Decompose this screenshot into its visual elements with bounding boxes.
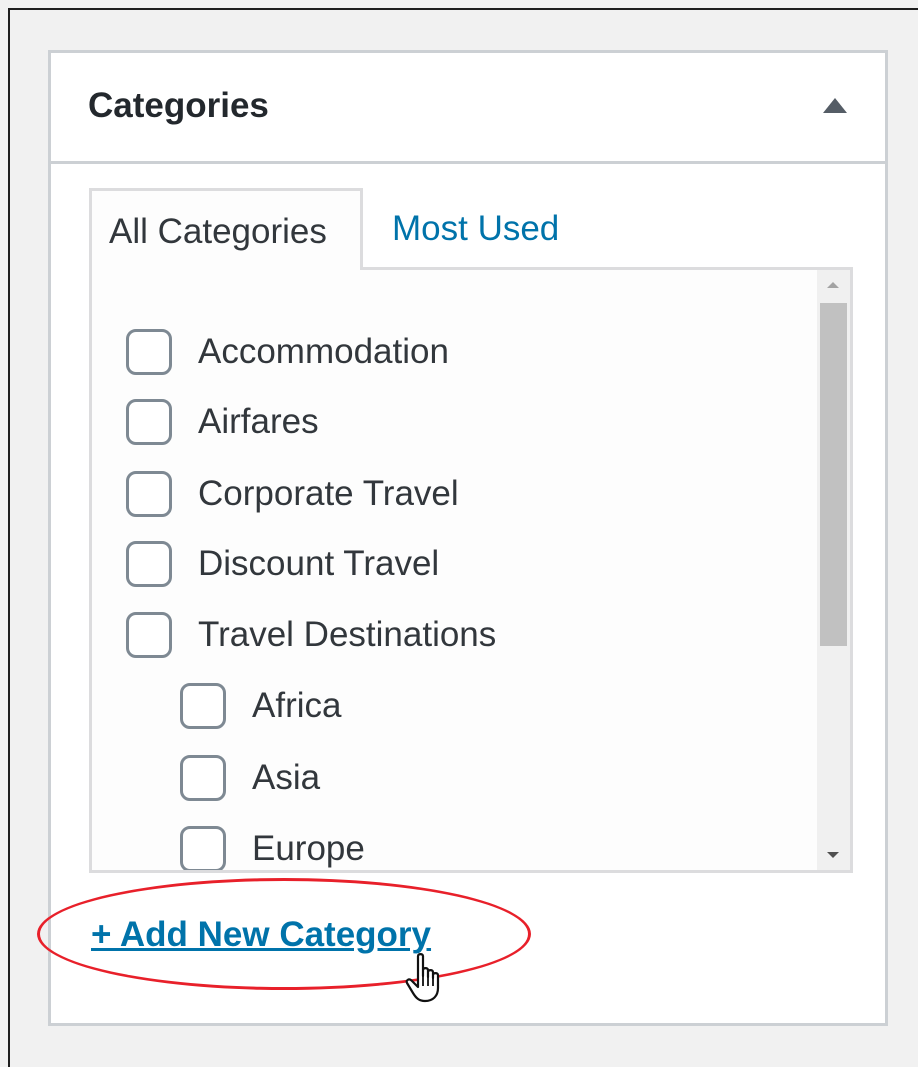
category-checkbox[interactable]: [126, 612, 172, 658]
scrollbar-thumb[interactable]: [820, 303, 847, 646]
category-checkbox[interactable]: [180, 826, 226, 870]
category-label: Africa: [252, 686, 342, 725]
category-label: Discount Travel: [198, 544, 440, 583]
checklist-scrollbar[interactable]: [817, 270, 850, 870]
category-checklist: Accommodation Airfares Corporate Travel …: [92, 270, 814, 870]
category-checklist-panel: Accommodation Airfares Corporate Travel …: [89, 267, 853, 873]
scroll-down-arrow-icon[interactable]: [827, 852, 839, 858]
categories-postbox: Categories All Categories Most Used Acco…: [48, 50, 888, 1026]
category-label: Europe: [252, 829, 365, 868]
category-item-discount-travel[interactable]: Discount Travel: [126, 534, 439, 594]
category-item-africa[interactable]: Africa: [180, 676, 341, 736]
category-checkbox[interactable]: [126, 471, 172, 517]
category-label: Travel Destinations: [198, 615, 497, 654]
scroll-up-arrow-icon[interactable]: [827, 282, 839, 288]
category-checkbox[interactable]: [180, 755, 226, 801]
category-item-accommodation[interactable]: Accommodation: [126, 322, 449, 382]
category-label: Accommodation: [198, 332, 449, 371]
category-item-airfares[interactable]: Airfares: [126, 392, 319, 452]
category-item-corporate-travel[interactable]: Corporate Travel: [126, 464, 459, 524]
category-item-asia[interactable]: Asia: [180, 748, 320, 808]
hand-pointer-icon: [405, 953, 440, 1003]
postbox-title: Categories: [88, 86, 269, 125]
add-new-category-link[interactable]: + Add New Category: [91, 915, 431, 955]
category-label: Asia: [252, 758, 321, 797]
category-label: Corporate Travel: [198, 474, 459, 513]
category-label: Airfares: [198, 402, 319, 441]
tab-all-categories[interactable]: All Categories: [89, 188, 363, 270]
category-checkbox[interactable]: [126, 399, 172, 445]
postbox-header: Categories: [51, 53, 885, 164]
tab-most-used[interactable]: Most Used: [377, 188, 617, 270]
category-item-travel-destinations[interactable]: Travel Destinations: [126, 605, 496, 665]
category-item-europe[interactable]: Europe: [180, 819, 365, 870]
category-checkbox[interactable]: [180, 683, 226, 729]
category-checkbox[interactable]: [126, 329, 172, 375]
triangle-up-icon[interactable]: [823, 98, 847, 113]
category-checkbox[interactable]: [126, 541, 172, 587]
